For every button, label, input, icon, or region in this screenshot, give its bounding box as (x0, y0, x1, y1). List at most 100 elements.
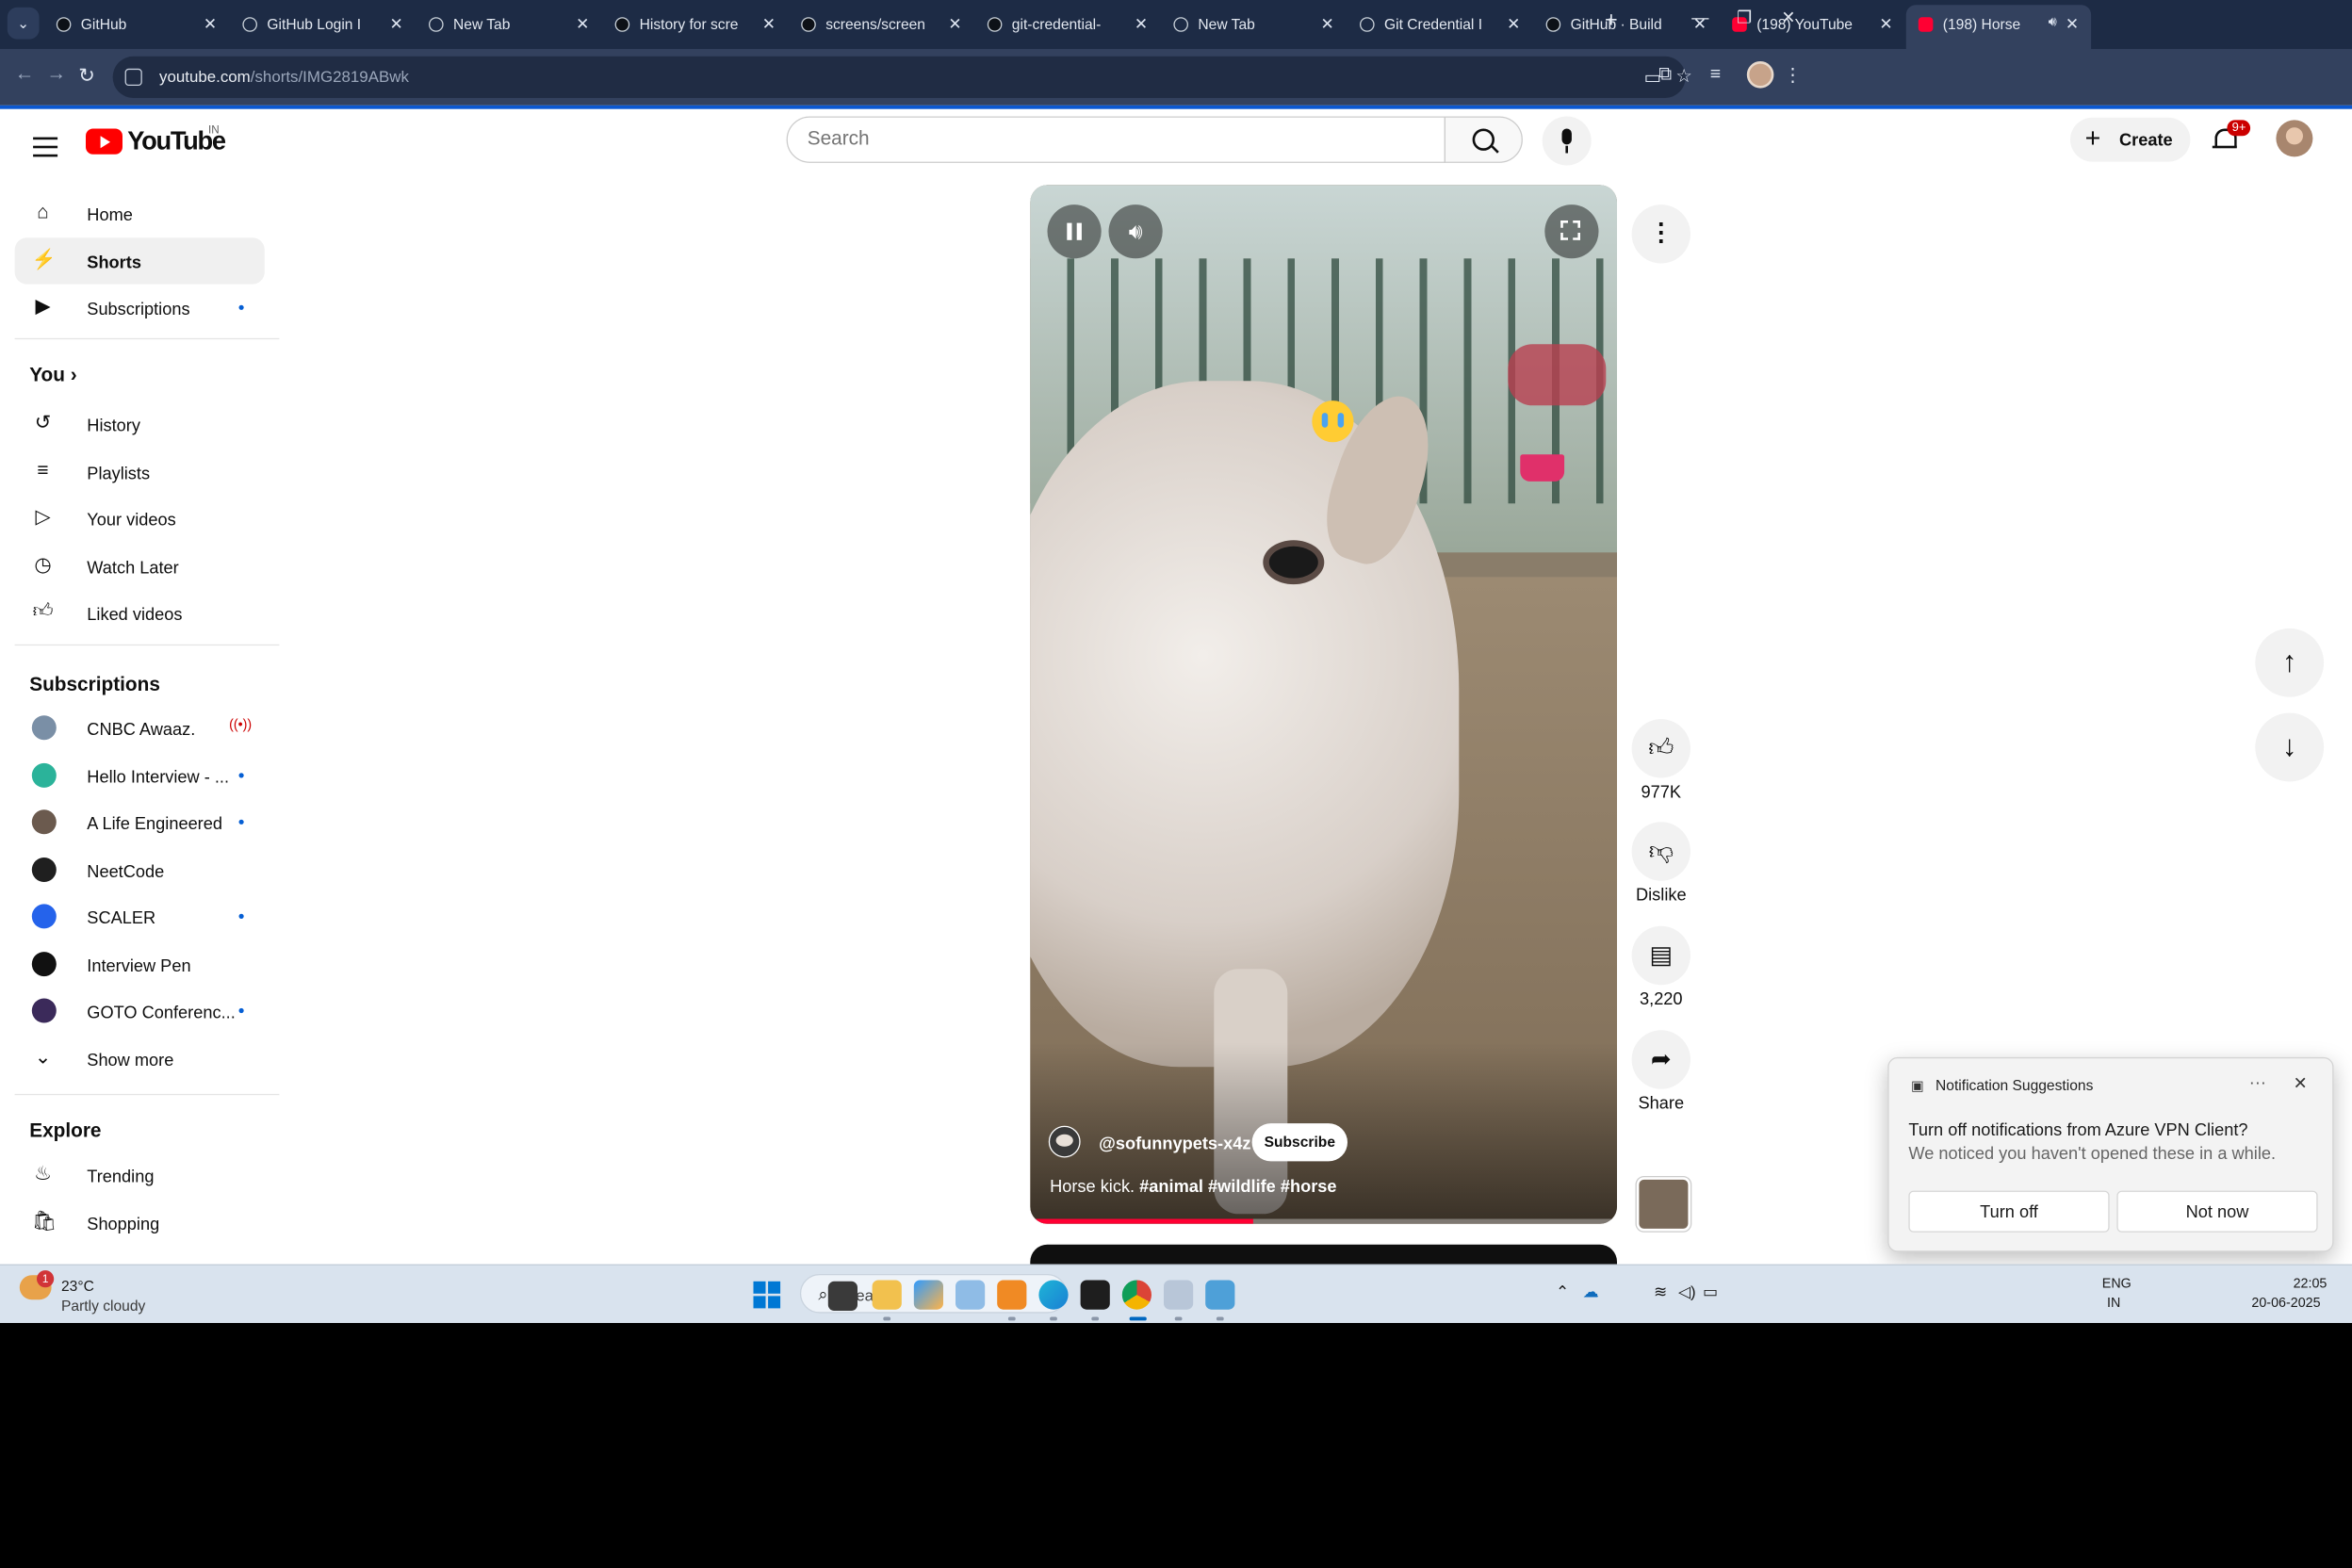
wifi-icon[interactable]: ≋ (1654, 1282, 1667, 1302)
show-hidden-icons[interactable]: ⌃ (1556, 1282, 1569, 1302)
sidebar-item-shorts[interactable]: ⚡ Shorts (14, 237, 265, 284)
browser-tab[interactable]: History for scre ✕ (603, 5, 788, 44)
sidebar-item-liked-videos[interactable]: 👍︎ Liked videos (15, 589, 265, 635)
microsoft-365-icon[interactable] (913, 1280, 943, 1310)
short-video-player[interactable]: 🔊︎ @sofunnypets-x4z Subscribe Horse kick… (1030, 185, 1617, 1224)
back-button[interactable]: ← (15, 64, 35, 86)
turn-off-button[interactable]: Turn off (1908, 1190, 2110, 1233)
address-bar[interactable]: youtube.com/shorts/IMG2819ABwk ▭ ☆ (112, 56, 1692, 98)
browser-menu-icon[interactable]: ⋮ (1784, 64, 1803, 86)
create-button[interactable]: + Create (2070, 117, 2191, 162)
battery-icon[interactable]: ▭ (1703, 1282, 1718, 1302)
snipping-tool-icon[interactable] (1164, 1280, 1194, 1310)
tab-close-icon[interactable]: ✕ (576, 15, 589, 35)
browser-tab[interactable]: New Tab ✕ (1161, 5, 1346, 44)
tab-audio-icon[interactable]: 🔊︎ (2049, 15, 2057, 31)
tab-close-icon[interactable]: ✕ (204, 15, 217, 35)
tab-close-icon[interactable]: ✕ (762, 15, 776, 35)
sidebar-item-trending[interactable]: ♨ Trending (15, 1152, 265, 1198)
browser-tab[interactable]: git-credential- ✕ (975, 5, 1160, 44)
video-progress-bar[interactable] (1030, 1218, 1617, 1224)
comments-button[interactable]: ▤ (1631, 925, 1690, 986)
profile-avatar[interactable] (1746, 61, 1774, 89)
notification-more-icon[interactable]: ··· (2249, 1072, 2266, 1092)
sidebar-item-your-videos[interactable]: ▷ Your videos (15, 495, 265, 541)
file-explorer-icon[interactable] (872, 1280, 902, 1310)
dislike-button[interactable]: 👎︎ (1631, 822, 1690, 881)
sidebar-item-subscriptions[interactable]: ▶ Subscriptions (15, 285, 265, 331)
subscription-channel[interactable]: SCALER (15, 893, 265, 939)
notifications-button[interactable]: 9+ (2210, 120, 2251, 155)
notification-close-icon[interactable]: ✕ (2294, 1073, 2308, 1094)
app-window-icon[interactable] (955, 1280, 986, 1310)
subscription-channel[interactable]: NeetCode (15, 846, 265, 892)
reload-button[interactable]: ↻ (78, 64, 94, 89)
tab-search-button[interactable]: ⌄ (7, 7, 40, 40)
browser-tab[interactable]: Git Credential I ✕ (1348, 5, 1532, 44)
subscription-channel[interactable]: Interview Pen (15, 940, 265, 987)
channel-handle[interactable]: @sofunnypets-x4z (1099, 1134, 1250, 1153)
hashtag-wildlife[interactable]: #wildlife (1208, 1176, 1276, 1196)
guide-menu-icon[interactable] (33, 137, 58, 163)
tab-close-icon[interactable]: ✕ (1135, 15, 1148, 35)
search-box[interactable] (786, 116, 1446, 163)
show-more-button[interactable]: ⌄ Show more (15, 1035, 265, 1081)
subscription-channel[interactable]: GOTO Conferenc... (15, 988, 265, 1034)
hashtag-horse[interactable]: #horse (1281, 1176, 1337, 1196)
search-button[interactable] (1444, 116, 1523, 163)
restore-button[interactable]: ❐ (1720, 8, 1769, 28)
pause-button[interactable] (1047, 204, 1102, 259)
sidebar-item-history[interactable]: ↺ History (15, 400, 265, 447)
extensions-icon[interactable]: ⧉ (1658, 64, 1672, 85)
like-button[interactable]: 👍︎ (1631, 719, 1690, 778)
new-tab-button[interactable]: + (1605, 8, 1618, 33)
bookmark-star-icon[interactable]: ☆ (1675, 65, 1691, 87)
tab-close-icon[interactable]: ✕ (390, 15, 403, 35)
task-view-icon[interactable] (827, 1281, 858, 1311)
terminal-icon[interactable] (1080, 1280, 1110, 1310)
minimize-button[interactable]: — (1675, 8, 1724, 27)
subscribe-button[interactable]: Subscribe (1251, 1123, 1348, 1162)
browser-tab[interactable]: GitHub Login I ✕ (230, 5, 415, 44)
media-control-icon[interactable]: ≡ (1710, 64, 1721, 85)
previous-short-button[interactable]: ↑ (2255, 628, 2325, 697)
not-now-button[interactable]: Not now (2116, 1190, 2318, 1233)
sidebar-item-playlists[interactable]: ≡ Playlists (15, 448, 265, 494)
chrome-browser-icon[interactable] (1121, 1280, 1152, 1310)
hashtag-animal[interactable]: #animal (1139, 1176, 1203, 1196)
tab-close-icon[interactable]: ✕ (948, 15, 961, 35)
browser-tab[interactable]: screens/screen ✕ (789, 5, 973, 44)
more-actions-button[interactable]: ⋮ (1631, 204, 1690, 264)
tab-close-icon[interactable]: ✕ (2066, 15, 2079, 35)
start-button[interactable] (753, 1281, 781, 1309)
channel-avatar[interactable] (1048, 1125, 1081, 1158)
tab-close-icon[interactable]: ✕ (1879, 15, 1892, 35)
close-window-button[interactable]: ✕ (1764, 8, 1813, 28)
forward-button[interactable]: → (46, 64, 66, 86)
search-input[interactable] (805, 127, 1423, 153)
sidebar-item-shopping[interactable]: 🛍︎ Shopping (15, 1199, 265, 1245)
app-orange-icon[interactable] (997, 1280, 1027, 1310)
sound-thumbnail[interactable] (1636, 1177, 1690, 1232)
volume-icon[interactable]: ◁) (1678, 1282, 1696, 1302)
site-info-icon[interactable] (124, 68, 142, 86)
subscription-channel[interactable]: CNBC Awaaz. ((•)) (15, 705, 265, 751)
subscription-channel[interactable]: Hello Interview - ... (15, 752, 265, 798)
onedrive-icon[interactable]: ☁ (1583, 1282, 1599, 1302)
voice-search-button[interactable] (1542, 116, 1592, 166)
fullscreen-button[interactable] (1544, 204, 1599, 259)
tab-close-icon[interactable]: ✕ (1321, 15, 1334, 35)
sidebar-item-watch-later[interactable]: ◷ Watch Later (15, 542, 265, 588)
share-button[interactable]: ➦ (1631, 1030, 1690, 1089)
remote-desktop-icon[interactable] (1205, 1280, 1235, 1310)
browser-tab[interactable]: (198) Horse 🔊︎ ✕ (1905, 5, 2092, 49)
browser-tab[interactable]: GitHub ✕ (44, 5, 229, 44)
browser-tab[interactable]: New Tab ✕ (416, 5, 601, 44)
account-avatar[interactable] (2276, 120, 2313, 157)
sidebar-item-home[interactable]: ⌂ Home (15, 190, 265, 237)
volume-button[interactable]: 🔊︎ (1108, 204, 1163, 259)
you-section-heading[interactable]: You › (29, 365, 76, 386)
tab-close-icon[interactable]: ✕ (1507, 15, 1520, 35)
subscription-channel[interactable]: A Life Engineered (15, 799, 265, 845)
next-short-button[interactable]: ↓ (2255, 712, 2325, 782)
